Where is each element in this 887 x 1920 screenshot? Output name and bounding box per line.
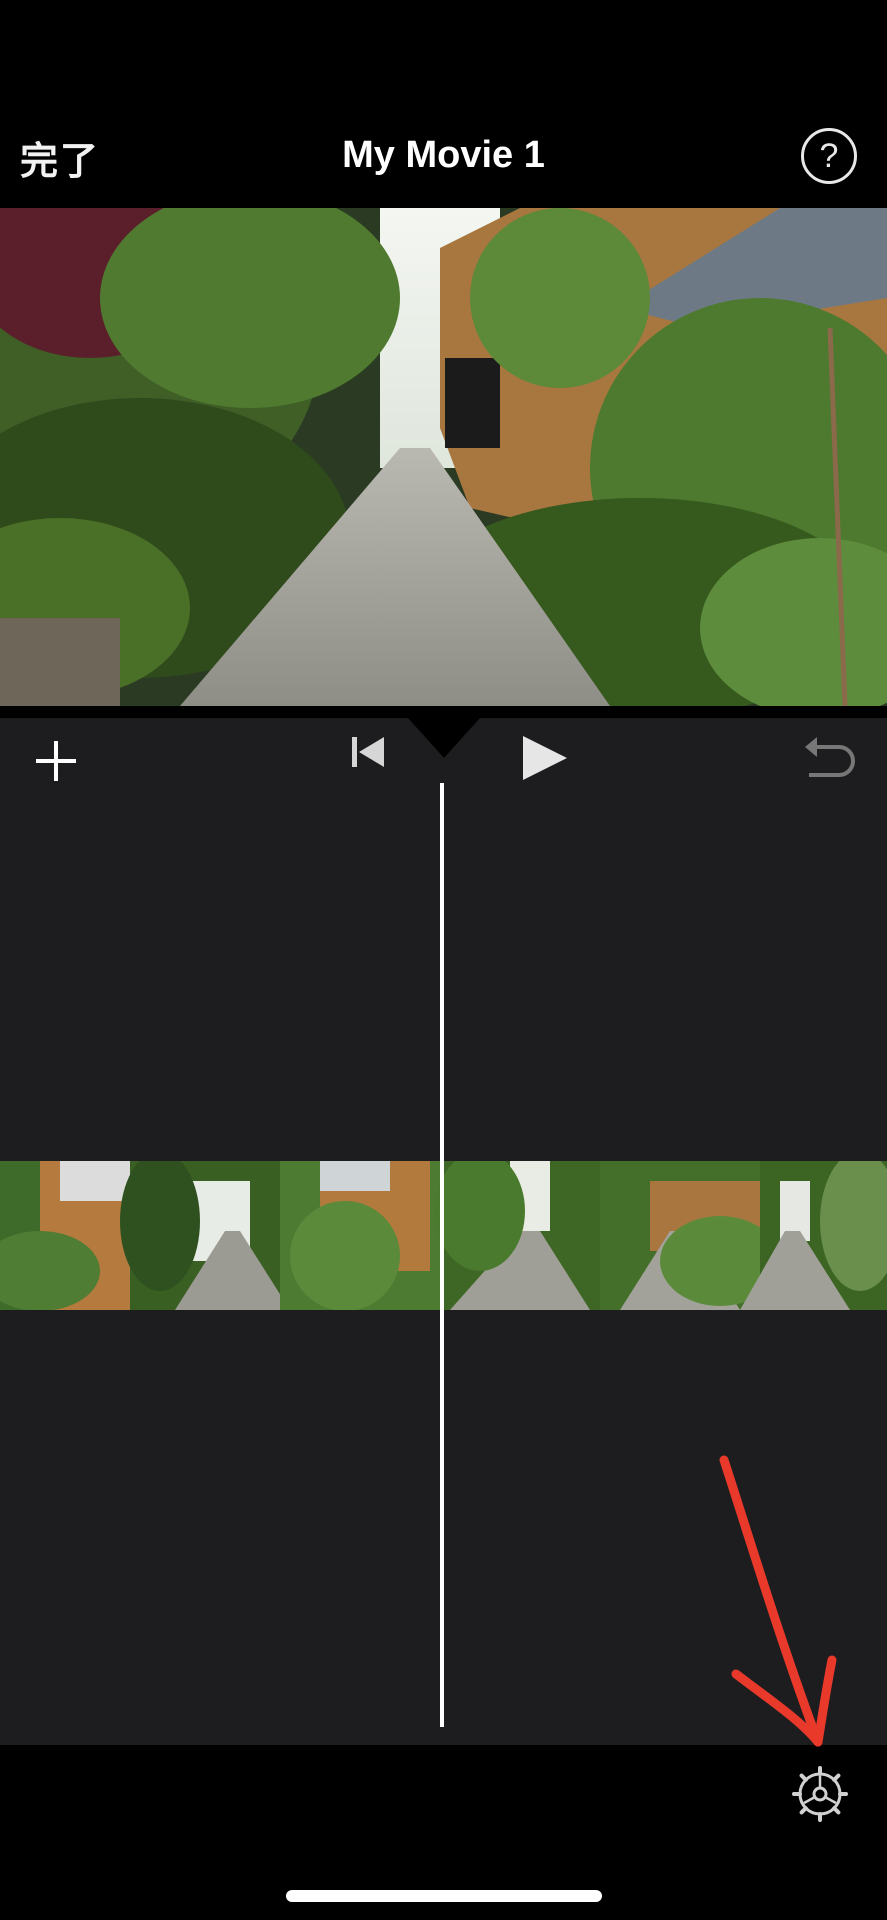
preview-frame-image	[0, 208, 887, 706]
skip-to-start-icon[interactable]	[348, 734, 388, 770]
plus-icon[interactable]	[32, 737, 80, 785]
clip-thumbnail	[435, 1161, 600, 1310]
clip-thumbnail	[280, 1161, 440, 1310]
gear-icon[interactable]	[792, 1766, 848, 1822]
playhead[interactable]	[440, 783, 444, 1727]
project-title: My Movie 1	[342, 134, 545, 176]
undo-icon[interactable]	[801, 733, 859, 781]
home-indicator	[286, 1890, 602, 1902]
video-preview	[0, 208, 887, 706]
playhead-notch	[408, 718, 480, 758]
play-icon[interactable]	[520, 733, 570, 783]
help-button[interactable]: ?	[801, 128, 857, 184]
clip-thumbnail	[740, 1161, 887, 1310]
clip-thumbnail	[0, 1161, 130, 1310]
annotation-arrow	[719, 1455, 837, 1747]
clip-thumbnail	[120, 1161, 290, 1310]
